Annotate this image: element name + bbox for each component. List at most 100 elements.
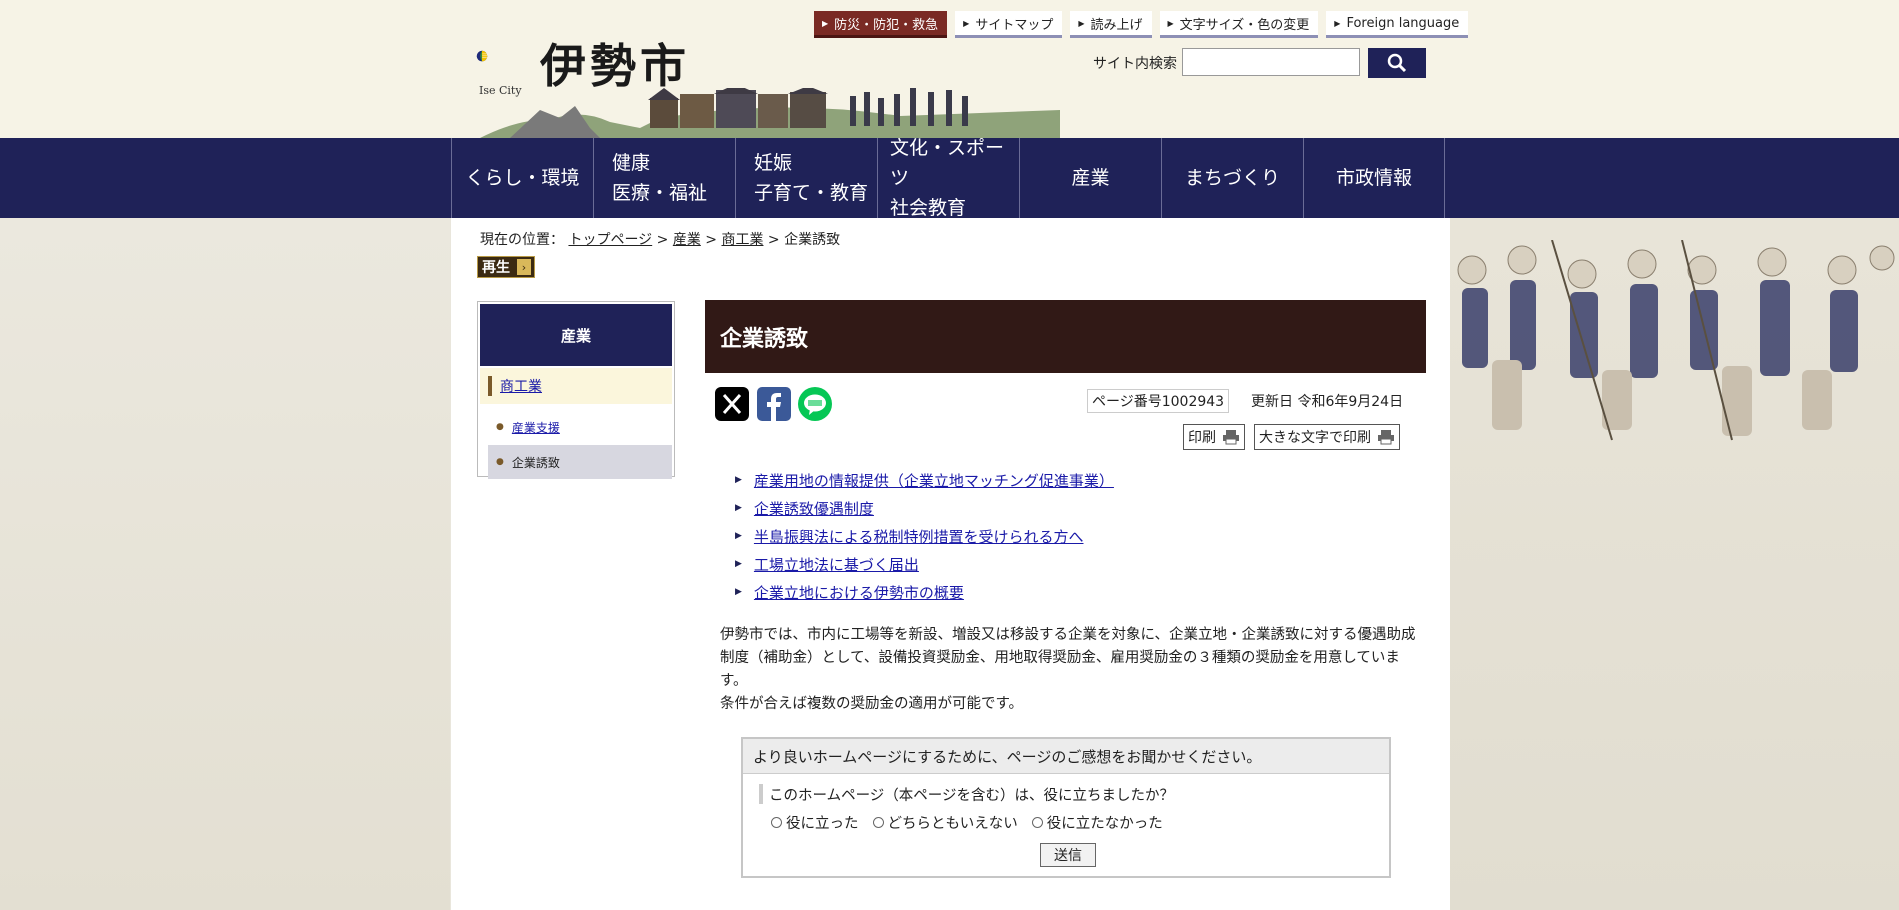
search-button[interactable] bbox=[1368, 48, 1426, 78]
search-label: サイト内検索 bbox=[1093, 56, 1177, 72]
breadcrumb-separator: > bbox=[705, 232, 718, 248]
feedback-option-not-helpful[interactable]: 役に立たなかった bbox=[1031, 812, 1163, 833]
search-input[interactable] bbox=[1182, 48, 1360, 76]
nav-item-health-welfare[interactable]: 健康 医療・福祉 bbox=[593, 138, 735, 218]
sidebar-item-industry-support: ● 産業支援 bbox=[488, 410, 672, 444]
breadcrumb-separator: > bbox=[767, 232, 780, 248]
breadcrumb-link-commerce[interactable]: 商工業 bbox=[721, 232, 763, 248]
facebook-share-button[interactable] bbox=[757, 387, 791, 421]
sitemap-link-label: サイトマップ bbox=[975, 17, 1054, 33]
related-links-list: ▶ 産業用地の情報提供（企業立地マッチング促進事業） ▶ 企業誘致優遇制度 ▶ 半島振… bbox=[735, 466, 1114, 606]
list-item: ▶ 産業用地の情報提供（企業立地マッチング促進事業） bbox=[735, 466, 1114, 494]
sidebar-item-business-attraction: ● 企業誘致 bbox=[488, 445, 672, 479]
feedback-submit-button[interactable]: 送信 bbox=[1040, 843, 1096, 867]
text-size-color-link-label: 文字サイズ・色の変更 bbox=[1179, 17, 1310, 33]
nav-item-living-environment[interactable]: くらし・環境 bbox=[451, 138, 593, 218]
link-factory-location-notice[interactable]: 工場立地法に基づく届出 bbox=[754, 554, 919, 575]
sidebar: 産業 商工業 ● 産業支援 ● 企業誘致 bbox=[477, 301, 675, 479]
sidebar-item-link[interactable]: 産業支援 bbox=[512, 419, 560, 436]
global-navigation: くらし・環境 健康医療・福祉 妊娠子育て・教育 文化・スポーツ 社会教育 産業 ま… bbox=[0, 137, 1899, 219]
line-share-button[interactable] bbox=[798, 387, 832, 421]
nav-item-city-info[interactable]: 市政情報 bbox=[1303, 138, 1445, 218]
print-button[interactable]: 印刷 bbox=[1183, 424, 1245, 450]
link-ise-overview[interactable]: 企業立地における伊勢市の概要 bbox=[754, 582, 964, 603]
nav-label: 産業 bbox=[1071, 167, 1110, 189]
list-item: ▶ 企業誘致優遇制度 bbox=[735, 494, 1114, 522]
list-item: ▶ 工場立地法に基づく届出 bbox=[735, 550, 1114, 578]
disaster-link-label: 防災・防犯・救急 bbox=[834, 17, 939, 33]
text-size-color-link[interactable]: ▶ 文字サイズ・色の変更 bbox=[1159, 11, 1319, 38]
list-item: ▶ 企業立地における伊勢市の概要 bbox=[735, 578, 1114, 606]
disaster-link[interactable]: ▶ 防災・防犯・救急 bbox=[814, 11, 948, 38]
triangle-icon: ▶ bbox=[735, 587, 742, 597]
play-button[interactable]: 再生 › bbox=[477, 256, 535, 278]
list-item: ▶ 半島振興法による税制特例措置を受けられる方へ bbox=[735, 522, 1114, 550]
radio-icon bbox=[771, 817, 782, 828]
x-share-button[interactable] bbox=[715, 387, 749, 421]
feedback-options: 役に立った どちらともいえない 役に立たなかった bbox=[771, 812, 1163, 833]
category-marker bbox=[488, 376, 492, 396]
utility-links: ▶ 防災・防犯・救急 ▶ サイトマップ ▶ 読み上げ ▶ 文字サイズ・色の変更 ▶ For… bbox=[814, 11, 1469, 38]
print-large-text-button[interactable]: 大きな文字で印刷 bbox=[1254, 424, 1400, 450]
bullet-icon: ● bbox=[496, 457, 504, 467]
breadcrumb-prefix: 現在の位置： bbox=[480, 232, 564, 248]
link-peninsula-tax[interactable]: 半島振興法による税制特例措置を受けられる方へ bbox=[754, 526, 1084, 547]
triangle-icon: ▶ bbox=[822, 18, 829, 28]
option-label: どちらともいえない bbox=[887, 816, 1018, 832]
sidebar-category: 商工業 bbox=[480, 368, 672, 404]
foreign-language-link[interactable]: ▶ Foreign language bbox=[1326, 11, 1469, 38]
ise-city-logo bbox=[476, 50, 488, 62]
nav-item-town-planning[interactable]: まちづくり bbox=[1161, 138, 1303, 218]
bullet-icon: ● bbox=[496, 422, 504, 432]
sidebar-heading: 産業 bbox=[480, 304, 672, 366]
sidebar-category-link[interactable]: 商工業 bbox=[500, 376, 542, 396]
feedback-option-helpful[interactable]: 役に立った bbox=[771, 812, 859, 833]
updated-date: 更新日 令和6年9月24日 bbox=[1251, 394, 1404, 410]
body-paragraph-1: 伊勢市では、市内に工場等を新設、増設又は移設する企業を対象に、企業立地・企業誘致… bbox=[720, 627, 1416, 689]
nav-item-industry[interactable]: 産業 bbox=[1019, 138, 1161, 218]
feedback-form: より良いホームページにするために、ページのご感想をお聞かせください。 このホーム… bbox=[741, 737, 1391, 878]
nav-label-line2: 子育て・教育 bbox=[754, 182, 869, 204]
decorative-background-left bbox=[0, 218, 450, 910]
feedback-question: このホームページ（本ページを含む）は、役に立ちましたか？ bbox=[759, 784, 1174, 804]
foreign-language-link-label: Foreign language bbox=[1346, 15, 1460, 31]
radio-icon bbox=[1031, 817, 1043, 828]
nav-item-culture-sports[interactable]: 文化・スポーツ 社会教育 bbox=[877, 137, 1019, 219]
x-icon bbox=[722, 394, 742, 414]
sitemap-link[interactable]: ▶ サイトマップ bbox=[955, 11, 1063, 38]
breadcrumb-link-industry[interactable]: 産業 bbox=[673, 232, 701, 248]
body-text: 伊勢市では、市内に工場等を新設、増設又は移設する企業を対象に、企業立地・企業誘致… bbox=[720, 624, 1416, 716]
nav-label-line1: 健康 bbox=[612, 152, 651, 174]
print-label: 印刷 bbox=[1188, 430, 1216, 446]
link-industrial-land-info[interactable]: 産業用地の情報提供（企業立地マッチング促進事業） bbox=[754, 470, 1114, 491]
option-label: 役に立った bbox=[786, 816, 859, 832]
breadcrumb: 現在の位置： トップページ > 産業 > 商工業 > 企業誘致 bbox=[480, 229, 840, 249]
breadcrumb-link-top[interactable]: トップページ bbox=[568, 232, 652, 248]
nav-item-childcare-education[interactable]: 妊娠 子育て・教育 bbox=[735, 138, 877, 218]
nav-label-line1: 文化・スポーツ bbox=[890, 137, 1005, 189]
option-label: 役に立たなかった bbox=[1046, 816, 1163, 832]
procession-illustration bbox=[1457, 240, 1895, 441]
triangle-icon: ▶ bbox=[735, 475, 742, 485]
read-aloud-link[interactable]: ▶ 読み上げ bbox=[1070, 11, 1152, 38]
nav-label: くらし・環境 bbox=[465, 167, 580, 189]
link-incentive-system[interactable]: 企業誘致優遇制度 bbox=[754, 498, 874, 519]
triangle-icon: ▶ bbox=[735, 531, 742, 541]
feedback-option-neutral[interactable]: どちらともいえない bbox=[872, 812, 1018, 833]
logo-english-text: Ise City bbox=[479, 84, 522, 97]
triangle-icon: ▶ bbox=[1167, 18, 1174, 28]
page-number: ページ番号1002943 bbox=[1087, 389, 1230, 413]
play-label: 再生 bbox=[482, 260, 510, 276]
body-paragraph-2: 条件が合えば複数の奨励金の適用が可能です。 bbox=[720, 696, 1024, 712]
nav-label-line1: 妊娠 bbox=[754, 152, 793, 174]
print-large-label: 大きな文字で印刷 bbox=[1259, 430, 1371, 446]
magnifier-icon bbox=[1387, 53, 1407, 73]
breadcrumb-current: 企業誘致 bbox=[784, 232, 841, 248]
sidebar-item-current: 企業誘致 bbox=[511, 455, 560, 470]
printer-icon bbox=[1378, 430, 1394, 445]
breadcrumb-separator: > bbox=[656, 232, 669, 248]
triangle-icon: ▶ bbox=[1334, 18, 1341, 28]
nav-label-line2: 医療・福祉 bbox=[612, 182, 708, 204]
logo-japanese-text: 伊勢市 bbox=[540, 39, 690, 93]
nav-label: まちづくり bbox=[1184, 167, 1280, 189]
